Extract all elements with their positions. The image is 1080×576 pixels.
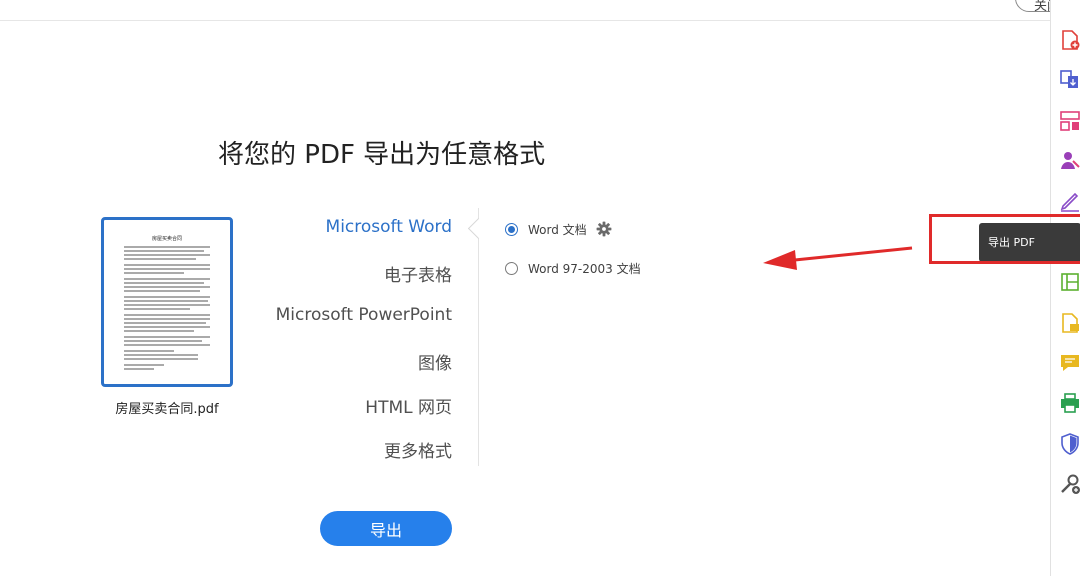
- annotation-arrow: [763, 246, 913, 270]
- option-word-document[interactable]: Word 文档: [505, 220, 612, 238]
- send-review-icon[interactable]: [1058, 311, 1080, 335]
- format-item-powerpoint[interactable]: Microsoft PowerPoint: [192, 305, 452, 325]
- top-toolbar: 关闭: [0, 0, 1079, 21]
- comment-icon[interactable]: [1058, 351, 1080, 375]
- format-item-more[interactable]: 更多格式: [192, 437, 452, 462]
- print-production-icon[interactable]: [1058, 391, 1080, 415]
- edit-pdf-icon[interactable]: [1058, 270, 1080, 294]
- option-label: Word 文档: [528, 222, 587, 237]
- format-item-image[interactable]: 图像: [192, 349, 452, 374]
- thumbnail-heading: 房屋买卖合同: [152, 235, 182, 242]
- option-label: Word 97-2003 文档: [528, 261, 641, 276]
- organize-pages-icon[interactable]: [1058, 109, 1080, 133]
- selection-caret: [467, 217, 490, 240]
- format-item-spreadsheet[interactable]: 电子表格: [192, 261, 452, 286]
- option-word-97-2003[interactable]: Word 97-2003 文档: [505, 259, 641, 277]
- more-tools-icon[interactable]: [1058, 472, 1080, 496]
- format-item-html[interactable]: HTML 网页: [192, 393, 452, 418]
- format-divider: [478, 208, 479, 466]
- annotation-highlight-box: [929, 214, 1080, 264]
- export-pdf-page: 关闭 将您的 PDF 导出为任意格式 房屋买卖合同 房屋买卖合同.pdf Mic…: [0, 0, 1080, 576]
- format-item-word[interactable]: Microsoft Word: [192, 217, 452, 237]
- word-document-radio[interactable]: [505, 222, 518, 236]
- export-button[interactable]: 导出: [320, 511, 452, 546]
- gear-icon[interactable]: [596, 221, 612, 237]
- fill-sign-icon[interactable]: [1058, 189, 1080, 213]
- create-pdf-icon[interactable]: [1058, 28, 1080, 52]
- request-signature-icon[interactable]: [1058, 149, 1080, 173]
- combine-files-icon[interactable]: [1058, 68, 1080, 92]
- word-97-2003-radio[interactable]: [505, 261, 518, 275]
- page-title: 将您的 PDF 导出为任意格式: [218, 140, 546, 170]
- protect-icon[interactable]: [1058, 432, 1080, 456]
